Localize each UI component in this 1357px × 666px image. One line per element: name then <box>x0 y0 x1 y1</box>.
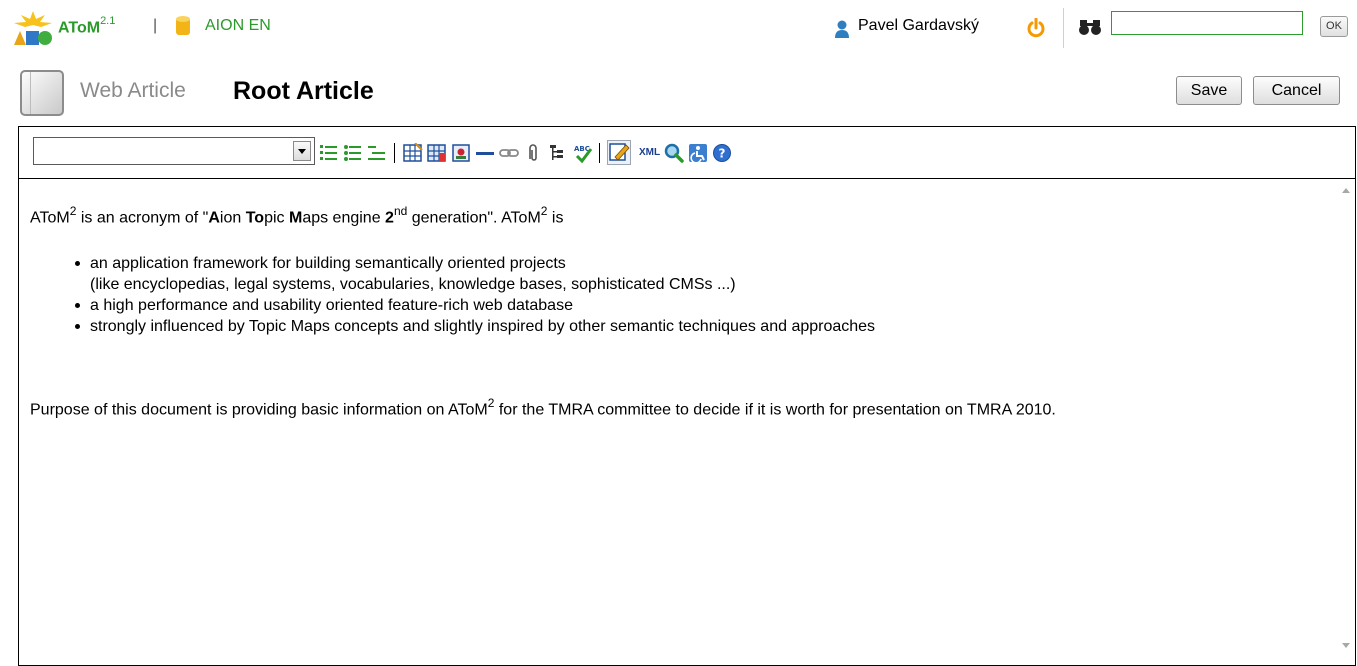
logout-power-icon[interactable] <box>1027 18 1045 38</box>
bold-letter: 2 <box>385 209 394 227</box>
app-name-text: AToM <box>58 19 101 37</box>
superscript: 2 <box>487 396 495 410</box>
bold-letter: A <box>208 209 220 227</box>
text: generation". AToM <box>407 209 541 227</box>
xml-icon[interactable]: XML <box>639 147 660 158</box>
edit-mode-icon[interactable] <box>607 140 631 165</box>
preview-magnifier-icon[interactable] <box>664 143 684 163</box>
search-ok-button[interactable]: OK <box>1320 16 1348 37</box>
editor-toolbar: ABC XML ? <box>19 127 1355 179</box>
topbar-divider <box>1063 8 1064 48</box>
database-icon <box>176 16 190 35</box>
toolbar-separator <box>394 143 395 163</box>
app-version: 2.1 <box>100 15 116 27</box>
chevron-down-icon[interactable] <box>293 141 311 161</box>
text: is <box>547 209 564 227</box>
binoculars-search-icon[interactable] <box>1078 18 1102 36</box>
user-name[interactable]: Pavel Gardavský <box>858 17 979 35</box>
bold-letter: M <box>288 209 303 227</box>
outline-list-icon[interactable] <box>367 143 387 163</box>
help-icon[interactable]: ? <box>712 143 732 163</box>
paragraph-style-select[interactable] <box>33 137 315 165</box>
cancel-button[interactable]: Cancel <box>1253 76 1340 105</box>
superscript: 2 <box>540 204 548 218</box>
scroll-up-arrow-icon[interactable] <box>1342 188 1350 193</box>
text: Purpose of this document is providing ba… <box>30 401 488 419</box>
purpose-paragraph: Purpose of this document is providing ba… <box>30 394 1320 420</box>
text: aps engine <box>302 209 386 227</box>
document-type: Web Article <box>80 79 186 102</box>
save-button[interactable]: Save <box>1176 76 1242 105</box>
tree-icon[interactable] <box>547 143 567 163</box>
superscript: 2 <box>69 204 77 218</box>
text: AToM <box>30 209 70 227</box>
search-input[interactable] <box>1111 11 1303 35</box>
intro-paragraph: AToM2 is an acronym of "Aion Topic Maps … <box>30 202 563 228</box>
numbered-list-icon[interactable] <box>319 143 339 163</box>
superscript: nd <box>393 204 408 218</box>
user-icon <box>835 20 849 38</box>
accessibility-icon[interactable] <box>688 143 708 163</box>
list-item-text: (like encyclopedias, legal systems, voca… <box>90 276 736 293</box>
insert-table-icon[interactable] <box>403 143 423 163</box>
bold-letter: To <box>245 209 265 227</box>
text: ion <box>219 209 246 227</box>
table-properties-icon[interactable] <box>427 143 447 163</box>
vertical-scrollbar[interactable] <box>1338 179 1355 665</box>
list-item: strongly influenced by Topic Maps concep… <box>74 318 876 335</box>
editor-content[interactable]: AToM2 is an acronym of "Aion Topic Maps … <box>19 179 1337 665</box>
list-item: a high performance and usability oriente… <box>74 295 875 316</box>
text: pic <box>264 209 289 227</box>
document-icon <box>20 70 64 116</box>
list-item-text: an application framework for building se… <box>90 255 566 272</box>
database-link[interactable]: AION EN <box>205 17 271 35</box>
toolbar-separator-2 <box>599 143 600 163</box>
rich-text-editor: ABC XML ? AToM2 is an acronym of "Aion T… <box>18 126 1356 666</box>
list-item: an application framework for building se… <box>74 253 875 295</box>
feature-list: an application framework for building se… <box>30 253 875 337</box>
horizontal-rule-icon[interactable] <box>475 143 495 163</box>
app-name[interactable]: AToM2.1 <box>58 15 116 37</box>
insert-image-icon[interactable] <box>451 143 471 163</box>
link-icon[interactable] <box>499 143 519 163</box>
scroll-down-arrow-icon[interactable] <box>1342 643 1350 648</box>
breadcrumb-separator: | <box>153 17 158 34</box>
page-title: Root Article <box>233 77 374 105</box>
text: for the TMRA committee to decide if it i… <box>494 401 1056 419</box>
atom-logo-icon[interactable] <box>12 11 54 47</box>
top-bar: AToM2.1 | AION EN Pavel Gardavský OK <box>0 0 1357 56</box>
spellcheck-icon[interactable]: ABC <box>573 143 593 163</box>
text: is an acronym of " <box>76 209 209 227</box>
svg-text:?: ? <box>719 147 726 161</box>
attachment-icon[interactable] <box>523 143 543 163</box>
bulleted-list-icon[interactable] <box>343 143 363 163</box>
